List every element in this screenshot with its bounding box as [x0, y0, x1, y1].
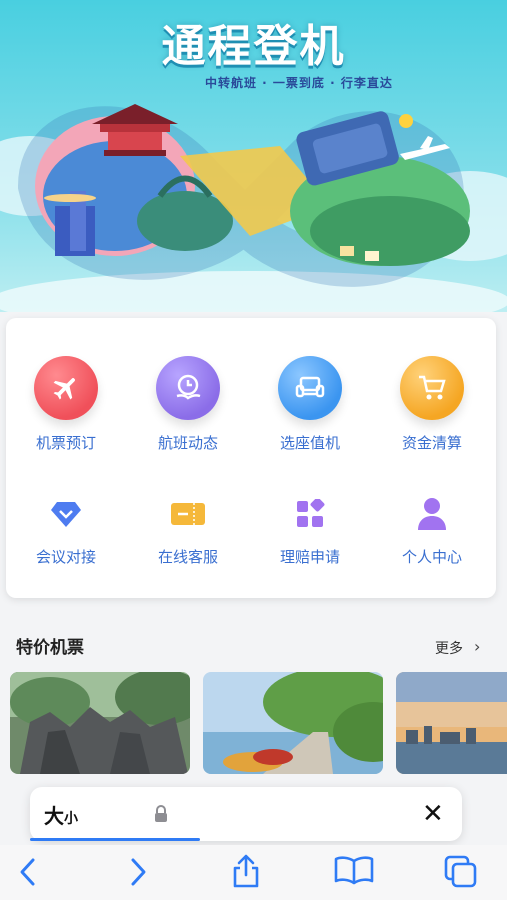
section-title: 特价机票	[16, 638, 84, 658]
menu-item-seat-checkin[interactable]: 选座值机	[250, 356, 370, 453]
menu-item-label: 选座值机	[279, 434, 340, 452]
banner-title: 通程登机	[161, 21, 346, 72]
menu-item-label: 在线客服	[157, 548, 218, 566]
text-size-large: 大	[44, 804, 64, 828]
banner-illustration	[0, 104, 507, 312]
menu-item-online-service[interactable]: 在线客服	[128, 494, 248, 567]
text-size-button[interactable]: 大小	[44, 800, 78, 829]
address-bar[interactable]: 大小 ✕	[30, 787, 462, 841]
menu-item-ticket-booking[interactable]: 机票预订	[6, 356, 126, 453]
share-icon[interactable]	[230, 853, 262, 889]
cart-icon	[400, 356, 464, 420]
text-size-small: 小	[64, 811, 78, 827]
bookmarks-icon[interactable]	[334, 855, 374, 885]
close-icon[interactable]: ✕	[422, 799, 444, 829]
ticket-image-coast	[203, 672, 383, 774]
clock-hand-icon	[156, 356, 220, 420]
page-load-progress	[30, 838, 200, 841]
diamond-icon	[46, 494, 86, 534]
menu-item-flight-status[interactable]: 航班动态	[128, 356, 248, 453]
menu-item-claims[interactable]: 理赔申请	[250, 494, 370, 567]
ticket-card[interactable]	[203, 672, 383, 774]
menu-item-personal-center[interactable]: 个人中心	[372, 494, 492, 567]
browser-toolbar	[0, 845, 507, 900]
menu-item-label: 机票预订	[35, 434, 96, 452]
menu-item-fund-settlement[interactable]: 资金清算	[372, 356, 492, 453]
ticket-icon	[168, 494, 208, 534]
tabs-icon[interactable]	[444, 855, 478, 889]
promo-banner[interactable]: 通程登机 中转航班 · 一票到底 · 行李直达	[0, 0, 507, 312]
chevron-right-icon[interactable]: ›	[474, 637, 480, 656]
menu-item-label: 个人中心	[401, 548, 462, 566]
ticket-card[interactable]	[396, 672, 507, 774]
menu-item-label: 会议对接	[35, 548, 96, 566]
apps-icon	[290, 494, 330, 534]
plane-icon	[34, 356, 98, 420]
lock-icon	[155, 805, 167, 822]
service-menu: 机票预订 航班动态 选座值机 资金清算 会议对接 在线客服 理赔申请 个人中心	[6, 318, 496, 598]
seat-icon	[278, 356, 342, 420]
more-link[interactable]: 更多	[435, 638, 463, 658]
ticket-card[interactable]	[10, 672, 190, 774]
menu-item-label: 资金清算	[401, 434, 462, 452]
menu-item-label: 理赔申请	[279, 548, 340, 566]
menu-item-meeting[interactable]: 会议对接	[6, 494, 126, 567]
person-icon	[412, 494, 452, 534]
back-icon[interactable]	[16, 857, 40, 887]
ticket-image-sunset-city	[396, 672, 507, 774]
ticket-image-statues	[10, 672, 190, 774]
menu-item-label: 航班动态	[157, 434, 218, 452]
forward-icon[interactable]	[126, 857, 150, 887]
